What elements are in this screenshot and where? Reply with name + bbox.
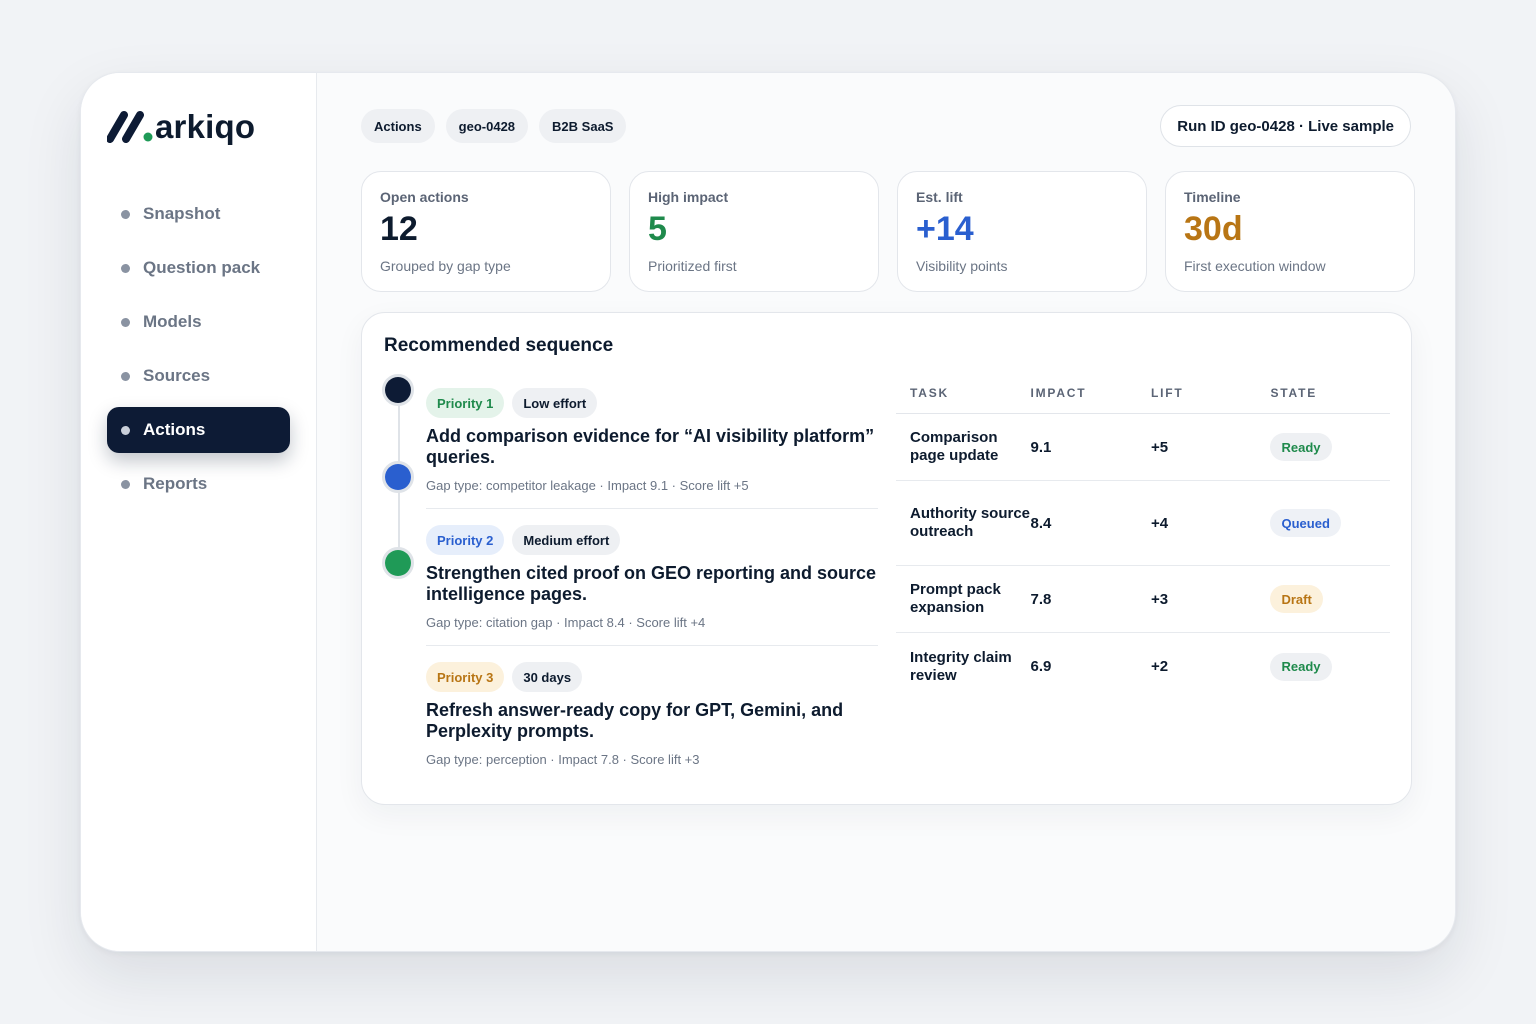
- stats-row: Open actions 12 Grouped by gap type High…: [361, 171, 1415, 292]
- panel-title: Recommended sequence: [384, 335, 614, 356]
- task-table: TASK IMPACT LIFT STATE Comparison page u…: [896, 373, 1390, 700]
- stat-card-timeline: Timeline 30d First execution window: [1165, 171, 1415, 292]
- timeline-step-1-icon: [382, 374, 414, 406]
- bullet-icon: [121, 263, 130, 273]
- stat-label: High impact: [648, 189, 729, 205]
- step-meta: Gap type: competitor leakage · Impact 9.…: [426, 478, 749, 493]
- brand-logo[interactable]: arkiqo: [107, 109, 255, 143]
- stat-caption: First execution window: [1184, 257, 1326, 274]
- stat-value: 12: [380, 210, 418, 248]
- task-cell: Integrity claim review: [910, 648, 1012, 684]
- status-badge: Queued: [1270, 509, 1341, 537]
- sequence-step-3[interactable]: Priority 3 30 days Refresh answer-ready …: [426, 662, 878, 767]
- bullet-icon: [121, 371, 130, 381]
- lift-cell: +5: [1150, 438, 1169, 456]
- priority-tag: Priority 1: [426, 388, 505, 418]
- stat-caption: Prioritized first: [648, 257, 737, 274]
- step-meta: Gap type: citation gap · Impact 8.4 · Sc…: [426, 615, 706, 630]
- app-window: arkiqo Snapshot Question pack Models Sou…: [80, 72, 1456, 952]
- table-header: TASK IMPACT LIFT STATE: [896, 373, 1390, 414]
- timeline-step-3-icon: [382, 547, 414, 579]
- task-cell: Authority source outreach: [910, 505, 1031, 540]
- sidebar-item-label: Question pack: [143, 258, 261, 277]
- status-badge: Ready: [1270, 652, 1332, 681]
- table-row[interactable]: Authority source outreach 8.4 +4 Queued: [896, 481, 1390, 566]
- sidebar-item-reports[interactable]: Reports: [107, 461, 290, 507]
- stat-label: Open actions: [380, 189, 469, 205]
- chip-section[interactable]: Actions: [361, 109, 435, 143]
- bullet-icon: [121, 425, 130, 435]
- sidebar-item-label: Sources: [143, 366, 211, 385]
- bullet-icon: [121, 317, 130, 327]
- main-content: Actions geo-0428 B2B SaaS Run ID geo-042…: [317, 73, 1455, 951]
- logo-mark-icon: [107, 111, 153, 143]
- task-cell: Comparison page update: [910, 429, 999, 464]
- step-title: Refresh answer-ready copy for GPT, Gemin…: [426, 700, 844, 741]
- priority-tag: Priority 3: [426, 662, 505, 692]
- impact-cell: 7.8: [1030, 590, 1052, 608]
- stat-label: Est. lift: [916, 189, 963, 205]
- chip-segment[interactable]: B2B SaaS: [539, 109, 627, 143]
- bullet-icon: [121, 479, 130, 489]
- stat-card-est-lift: Est. lift +14 Visibility points: [897, 171, 1147, 292]
- sidebar-item-label: Snapshot: [143, 204, 221, 223]
- brand-name: arkiqo: [155, 107, 256, 145]
- context-chips: Actions geo-0428 B2B SaaS: [361, 109, 627, 143]
- run-id-badge[interactable]: Run ID geo-0428 · Live sample: [1160, 105, 1411, 147]
- divider: [426, 645, 878, 646]
- table-row[interactable]: Comparison page update 9.1 +5 Ready: [896, 414, 1390, 481]
- step-title: Add comparison evidence for “AI visibili…: [426, 426, 875, 467]
- stat-value: +14: [916, 210, 974, 248]
- sequence-step-2[interactable]: Priority 2 Medium effort Strengthen cite…: [426, 525, 878, 630]
- column-header-lift[interactable]: LIFT: [1151, 386, 1271, 400]
- timeline-step-2-icon: [382, 461, 414, 493]
- impact-cell: 8.4: [1030, 514, 1052, 532]
- column-header-state[interactable]: STATE: [1270, 386, 1390, 400]
- effort-tag: Medium effort: [512, 525, 621, 555]
- stat-caption: Visibility points: [916, 257, 1008, 274]
- stat-card-open-actions: Open actions 12 Grouped by gap type: [361, 171, 611, 292]
- sidebar-item-question-pack[interactable]: Question pack: [107, 245, 290, 291]
- effort-tag: Low effort: [512, 388, 598, 418]
- priority-tag: Priority 2: [426, 525, 505, 555]
- column-header-task[interactable]: TASK: [896, 386, 1030, 400]
- stat-label: Timeline: [1184, 189, 1241, 205]
- sidebar-item-actions[interactable]: Actions: [107, 407, 290, 453]
- column-header-impact[interactable]: IMPACT: [1030, 386, 1150, 400]
- sidebar-item-label: Reports: [143, 474, 208, 493]
- stat-value: 5: [648, 210, 667, 248]
- recommended-sequence-panel: Recommended sequence Priority 1 Low effo…: [361, 312, 1412, 805]
- status-badge: Draft: [1270, 585, 1323, 613]
- bullet-icon: [121, 209, 130, 219]
- divider: [426, 508, 878, 509]
- task-cell: Prompt pack expansion: [910, 581, 1001, 616]
- sidebar-item-label: Models: [143, 312, 202, 331]
- sidebar-item-models[interactable]: Models: [107, 299, 290, 345]
- chip-run[interactable]: geo-0428: [445, 109, 529, 143]
- table-row[interactable]: Prompt pack expansion 7.8 +3 Draft: [896, 566, 1390, 633]
- step-meta: Gap type: perception · Impact 7.8 · Scor…: [426, 752, 700, 767]
- sequence-step-1[interactable]: Priority 1 Low effort Add comparison evi…: [426, 388, 878, 493]
- table-row[interactable]: Integrity claim review 6.9 +2 Ready: [896, 633, 1390, 700]
- impact-cell: 9.1: [1030, 438, 1052, 456]
- step-title: Strengthen cited proof on GEO reporting …: [426, 563, 877, 604]
- sidebar-item-label: Actions: [143, 420, 206, 439]
- sidebar-item-sources[interactable]: Sources: [107, 353, 290, 399]
- status-badge: Ready: [1270, 433, 1332, 461]
- lift-cell: +3: [1150, 590, 1169, 608]
- stat-value: 30d: [1184, 210, 1243, 248]
- effort-tag: 30 days: [512, 662, 583, 692]
- lift-cell: +2: [1150, 658, 1169, 675]
- stat-caption: Grouped by gap type: [380, 257, 511, 274]
- lift-cell: +4: [1150, 514, 1169, 532]
- stat-card-high-impact: High impact 5 Prioritized first: [629, 171, 879, 292]
- impact-cell: 6.9: [1030, 658, 1052, 675]
- sidebar-nav: Snapshot Question pack Models Sources Ac…: [107, 191, 290, 515]
- sidebar-item-snapshot[interactable]: Snapshot: [107, 191, 290, 237]
- sidebar: arkiqo Snapshot Question pack Models Sou…: [81, 73, 317, 951]
